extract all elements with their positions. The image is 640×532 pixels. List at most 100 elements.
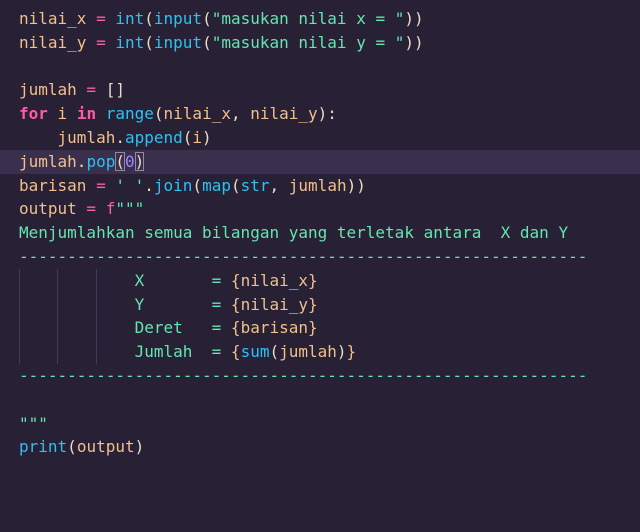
code-token: output [76, 437, 135, 457]
code-line[interactable]: print(output) [0, 435, 640, 459]
code-token: } [308, 294, 318, 314]
code-line[interactable]: ----------------------------------------… [0, 364, 640, 388]
code-line[interactable] [0, 388, 640, 412]
indent-guide [96, 340, 97, 364]
code-token: = [76, 80, 106, 100]
code-token: nilai_x [240, 270, 308, 290]
indent-guide [96, 316, 97, 341]
code-line[interactable]: for i in range(nilai_x, nilai_y): [0, 102, 640, 126]
code-token: ) [336, 342, 347, 362]
code-token: range [105, 104, 154, 124]
code-token: ): [317, 104, 337, 124]
code-token: nilai_x [163, 104, 231, 124]
indent-guide [57, 340, 58, 364]
code-token: . [76, 151, 87, 171]
code-token: nilai_x [19, 9, 87, 28]
code-line[interactable]: jumlah.pop(0) [0, 149, 640, 174]
code-token: jumlah [288, 175, 347, 195]
code-token: ) [134, 151, 145, 171]
code-line[interactable]: jumlah = [] [0, 78, 640, 102]
code-token: ' ' [115, 175, 145, 195]
indent-guide [19, 316, 20, 341]
code-token: ( [144, 32, 154, 52]
code-token: "masukan nilai x = " [211, 9, 405, 28]
code-token: jumlah [57, 128, 116, 147]
code-token: = [86, 9, 116, 28]
code-token: barisan [240, 318, 308, 338]
indent-guide [57, 268, 58, 293]
code-token: in [76, 104, 97, 124]
code-token: ( [202, 9, 212, 28]
code-token: 0 [124, 151, 135, 171]
indent-guide [57, 316, 58, 341]
code-token: } [308, 270, 318, 290]
code-token: { [230, 270, 241, 290]
code-token: . [115, 128, 125, 147]
code-token: } [308, 318, 318, 338]
code-token: Deret = [19, 318, 231, 338]
code-line[interactable]: X = {nilai_x} [0, 268, 640, 293]
code-token: """ [115, 199, 145, 219]
indent-guide [96, 268, 97, 293]
code-token: sum [240, 342, 270, 362]
code-token: = [86, 32, 116, 52]
indent-guide [19, 268, 20, 293]
code-line[interactable]: Y = {nilai_y} [0, 292, 640, 317]
code-token: "masukan nilai y = " [211, 32, 405, 52]
code-token: pop [86, 151, 116, 171]
code-line[interactable]: jumlah.append(i) [0, 126, 640, 150]
code-token: int [115, 9, 145, 28]
code-line[interactable]: barisan = ' '.join(map(str, jumlah)) [0, 174, 640, 198]
code-line[interactable]: Menjumlahkan semua bilangan yang terleta… [0, 221, 640, 245]
code-editor[interactable]: nilai_x = int(input("masukan nilai x = "… [0, 0, 640, 532]
code-token: input [153, 9, 203, 28]
code-token: , [230, 104, 251, 124]
code-token: barisan [19, 175, 87, 195]
code-token: join [153, 175, 193, 195]
code-token: ) [134, 437, 145, 457]
code-token: { [230, 318, 241, 338]
indent-guide [19, 292, 20, 317]
code-token: { [230, 294, 241, 314]
code-line[interactable]: ----------------------------------------… [0, 245, 640, 269]
code-token: f [105, 199, 116, 219]
code-line[interactable]: """ [0, 412, 640, 436]
code-token: ( [182, 128, 193, 147]
code-token: ( [202, 32, 212, 52]
code-token: = [76, 199, 106, 219]
code-token: ( [153, 104, 164, 124]
code-token: ( [192, 175, 203, 195]
code-token: )) [404, 32, 424, 52]
code-token: for [19, 104, 48, 124]
code-token: """ [19, 413, 48, 433]
code-token: int [115, 32, 145, 52]
code-token: jumlah [279, 342, 337, 362]
code-token: jumlah [19, 151, 77, 171]
code-token: , [269, 175, 289, 195]
code-token: )) [404, 9, 424, 28]
code-token: i [47, 104, 77, 124]
code-token: append [124, 128, 183, 147]
indent-guide [57, 292, 58, 317]
code-token: str [240, 175, 270, 195]
code-token: } [346, 342, 357, 362]
code-line[interactable]: nilai_y = int(input("masukan nilai y = "… [0, 31, 640, 55]
code-token: ----------------------------------------… [19, 247, 588, 266]
code-token: jumlah [19, 80, 77, 100]
code-token: input [153, 32, 203, 52]
code-token: nilai_y [250, 104, 318, 124]
code-token: ( [67, 437, 77, 457]
code-line[interactable]: Deret = {barisan} [0, 316, 640, 341]
indent-guide [96, 292, 97, 317]
code-token: Menjumlahkan semua bilangan yang terleta… [19, 223, 569, 243]
code-line[interactable]: nilai_x = int(input("masukan nilai x = "… [0, 7, 640, 31]
code-token: Jumlah = [19, 342, 231, 362]
code-line[interactable]: Jumlah = {sum(jumlah)} [0, 340, 640, 364]
code-token: ----------------------------------------… [19, 366, 588, 385]
code-token: ) [202, 128, 212, 147]
code-token: ( [230, 175, 241, 195]
code-line[interactable]: output = f""" [0, 197, 640, 221]
code-token: )) [346, 175, 366, 195]
code-line[interactable] [0, 55, 640, 79]
